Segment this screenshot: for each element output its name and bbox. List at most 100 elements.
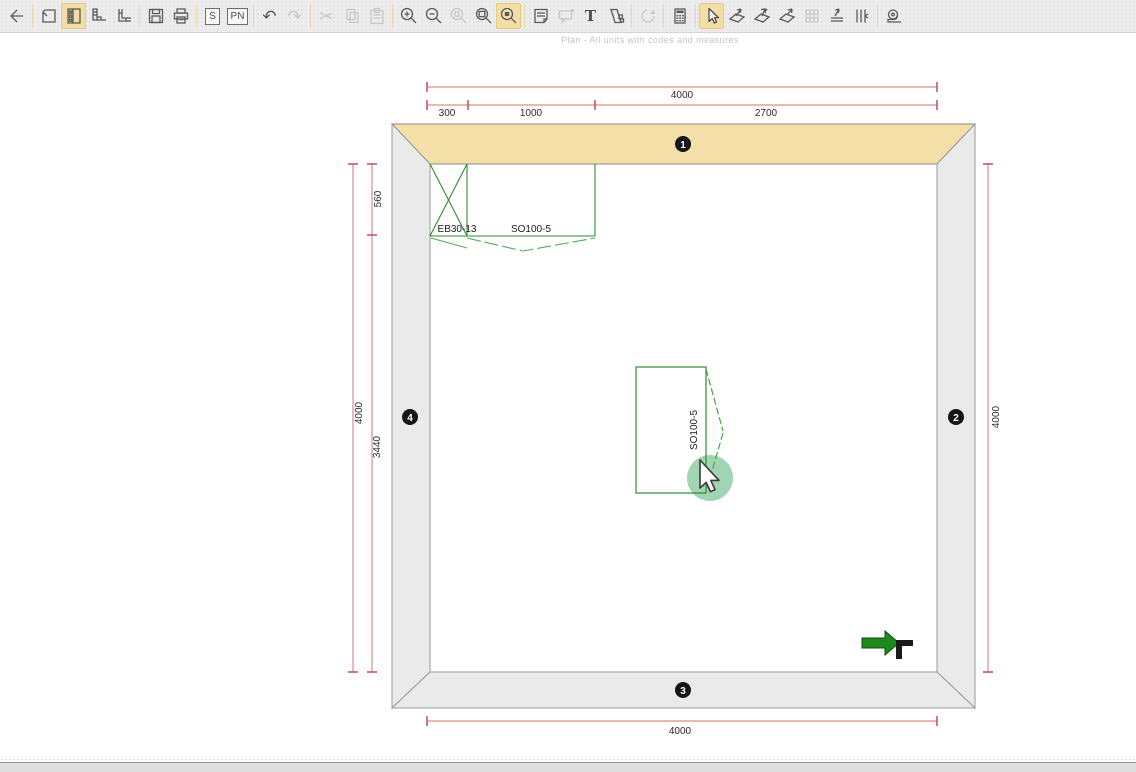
save-button[interactable] [143, 3, 168, 29]
toolbar-separator [524, 4, 525, 28]
grid-tool-button[interactable] [799, 3, 824, 29]
refresh-icon [638, 6, 658, 26]
spacing-tool-button[interactable] [849, 3, 874, 29]
cut-icon: ✂ [319, 8, 333, 25]
svg-text:4: 4 [407, 413, 413, 424]
unit-label-so100-5-center: SO100-5 [689, 410, 700, 450]
text-tool-button[interactable]: T [578, 3, 603, 29]
pointer-icon [702, 6, 722, 26]
dim-right-total: 4000 [991, 405, 1002, 428]
entry-direction-arrow [862, 631, 913, 659]
single-mode-button[interactable]: S [200, 3, 225, 29]
zoom-actual-icon [449, 6, 469, 26]
zoom-fit-icon [474, 6, 494, 26]
dimension-top: 4000 300 1000 2700 [427, 82, 937, 119]
edit-unit-tool-button[interactable] [774, 3, 799, 29]
s-mode-icon: S [205, 8, 220, 25]
zoom-window-button[interactable] [496, 3, 521, 29]
back-button[interactable] [4, 3, 29, 29]
pointer-tool-button[interactable] [699, 3, 724, 29]
scrollbar-texture [0, 758, 1136, 762]
dim-top-seg-300: 300 [439, 108, 456, 119]
zoom-out-button[interactable] [421, 3, 446, 29]
comment-icon [556, 6, 576, 26]
print-icon [171, 6, 191, 26]
notes-icon [531, 6, 551, 26]
dimension-left: 4000 560 3440 [348, 164, 384, 672]
bottom-scrollbar[interactable] [0, 762, 1136, 772]
zoom-out-icon [424, 6, 444, 26]
paste-icon [367, 6, 387, 26]
copy-icon [342, 6, 362, 26]
wall-view-icon [827, 6, 847, 26]
pn-mode-icon: PN [227, 8, 249, 25]
toolbar-separator [196, 4, 197, 28]
spacing-icon [852, 6, 872, 26]
grid-icon [802, 6, 822, 26]
wall-badge-3[interactable]: 3 [675, 682, 691, 698]
plan-canvas[interactable]: 4000 300 1000 2700 4000 560 3440 4000 40… [0, 0, 1136, 772]
wall-badge-2[interactable]: 2 [948, 409, 964, 425]
dim-bottom-total: 4000 [669, 726, 692, 737]
view-corner-button[interactable] [111, 3, 136, 29]
view-plan-button[interactable] [36, 3, 61, 29]
rotate-unit-tool-button[interactable] [749, 3, 774, 29]
toolbar-separator [663, 4, 664, 28]
tape-measure-button[interactable] [881, 3, 906, 29]
wall-badge-4[interactable]: 4 [402, 409, 418, 425]
toolbar-separator [695, 4, 696, 28]
unit-label-eb30-13: EB30-13 [438, 224, 477, 235]
view-front-button[interactable] [61, 3, 86, 29]
dim-left-seg-3440: 3440 [372, 435, 383, 458]
dim-top-seg-1000: 1000 [520, 108, 543, 119]
svg-text:2: 2 [953, 413, 959, 424]
zoom-actual-button[interactable] [446, 3, 471, 29]
corner-view-icon [114, 6, 134, 26]
cut-button[interactable]: ✂ [314, 3, 339, 29]
room-plan-icon [39, 6, 59, 26]
cabinet-front-icon [64, 6, 84, 26]
toolbar-separator [139, 4, 140, 28]
elevation-view-icon [89, 6, 109, 26]
view-elevation-button[interactable] [86, 3, 111, 29]
zoom-in-icon [399, 6, 419, 26]
move-unit-tool-button[interactable] [724, 3, 749, 29]
paste-button[interactable] [364, 3, 389, 29]
redo-icon: ↷ [287, 8, 301, 25]
corner-origin-icon [896, 640, 913, 659]
save-icon [146, 6, 166, 26]
notes-button[interactable] [528, 3, 553, 29]
wall-badge-1[interactable]: 1 [675, 136, 691, 152]
print-button[interactable] [168, 3, 193, 29]
unit-so100-5-top[interactable] [430, 164, 595, 251]
copy-button[interactable] [339, 3, 364, 29]
refresh-button[interactable] [635, 3, 660, 29]
toolbar-separator [253, 4, 254, 28]
undo-icon: ↶ [262, 8, 276, 25]
render-button[interactable] [603, 3, 628, 29]
pn-mode-button[interactable]: PN [225, 3, 250, 29]
rotate-unit-icon [752, 6, 772, 26]
toolbar-separator [392, 4, 393, 28]
toolbar-separator [310, 4, 311, 28]
toolbar-separator [32, 4, 33, 28]
view-title: Plan - All units with codes and measures [561, 35, 739, 45]
toolbar: S PN ↶ ↷ ✂ [0, 0, 1136, 33]
calculator-button[interactable] [667, 3, 692, 29]
back-arrow-icon [7, 6, 27, 26]
tape-measure-icon [884, 6, 904, 26]
wall-view-tool-button[interactable] [824, 3, 849, 29]
dimension-bottom: 4000 [427, 716, 937, 737]
undo-button[interactable]: ↶ [257, 3, 282, 29]
comments-button[interactable] [553, 3, 578, 29]
svg-text:1: 1 [680, 140, 686, 151]
dim-left-seg-560: 560 [373, 190, 384, 207]
redo-button[interactable]: ↷ [282, 3, 307, 29]
zoom-in-button[interactable] [396, 3, 421, 29]
zoom-window-icon [499, 6, 519, 26]
toolbar-separator [877, 4, 878, 28]
svg-text:3: 3 [680, 686, 686, 697]
zoom-fit-button[interactable] [471, 3, 496, 29]
dim-top-total: 4000 [671, 90, 694, 101]
move-unit-icon [727, 6, 747, 26]
